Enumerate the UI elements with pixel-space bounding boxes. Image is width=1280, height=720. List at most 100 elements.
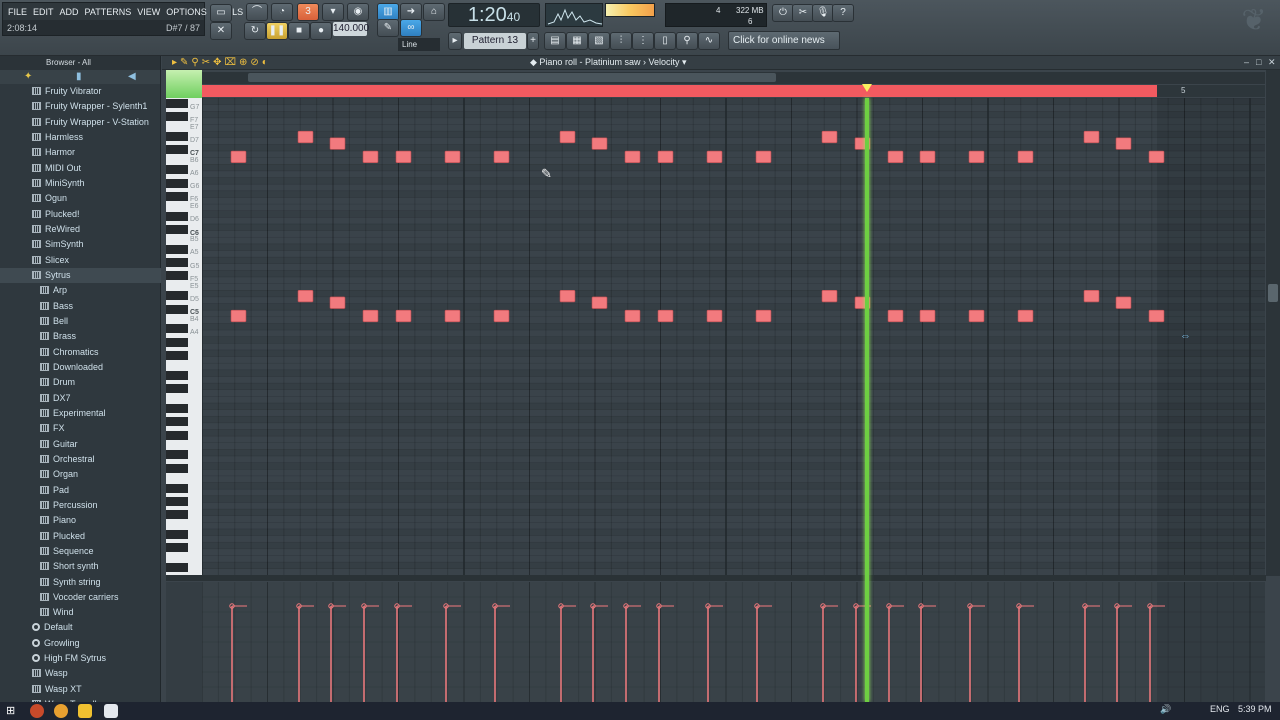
pattern-selector[interactable]: Pattern 13 — [464, 33, 526, 49]
prev-pattern-icon[interactable]: ▸ — [448, 32, 462, 50]
browser-item[interactable]: MIDI Out — [0, 161, 161, 176]
browser-item[interactable]: Pad — [0, 483, 161, 498]
stamp-icon[interactable]: ⌂ — [423, 3, 445, 21]
vertical-scrollbar[interactable] — [1266, 70, 1280, 576]
browser-item[interactable]: Orchestral — [0, 452, 161, 467]
browser-item[interactable]: Sytrus — [0, 267, 161, 284]
browser-item[interactable]: Bass — [0, 299, 161, 314]
menu-edit[interactable]: EDIT — [30, 7, 57, 17]
wait-icon[interactable]: ◔ — [271, 3, 293, 21]
wave-icon[interactable]: ∿ — [698, 32, 720, 50]
black-key[interactable] — [166, 224, 188, 234]
black-key[interactable] — [166, 350, 188, 360]
minimize-icon[interactable]: – — [1244, 57, 1249, 67]
black-key[interactable] — [166, 450, 188, 460]
black-key[interactable] — [166, 165, 188, 175]
browser-item[interactable]: Ogun — [0, 191, 161, 206]
browser-item[interactable]: Vocoder carriers — [0, 590, 161, 605]
metronome-icon[interactable]: ⌒ — [246, 3, 268, 21]
menu-file[interactable]: FILE — [5, 7, 30, 17]
browser-item[interactable]: DX7 — [0, 391, 161, 406]
snap-select[interactable]: Line — [398, 38, 440, 51]
menu-options[interactable]: OPTIONS — [163, 7, 210, 17]
mixer-icon[interactable]: ⫶ — [610, 32, 632, 50]
vertical-scroll-thumb[interactable] — [1268, 284, 1278, 302]
black-key[interactable] — [166, 563, 188, 573]
browser-item[interactable]: Arp — [0, 283, 161, 298]
pencil-icon[interactable]: ✎ — [377, 19, 399, 37]
black-key[interactable] — [166, 211, 188, 221]
browser-item[interactable]: Brass — [0, 329, 161, 344]
piano-keyboard[interactable]: G7 F7 E7 D7 C7 B6 A6 G6 F6 E6 D6 C6 B5 A5 G5 F5 E5 D5 C5 B4… — [166, 98, 202, 575]
browser-item[interactable]: Chromatics — [0, 345, 161, 360]
record-button[interactable]: ● — [310, 22, 332, 40]
black-key[interactable] — [166, 132, 188, 142]
browser-item[interactable]: SimSynth — [0, 237, 161, 252]
black-key[interactable] — [166, 178, 188, 188]
black-key[interactable] — [166, 244, 188, 254]
note-grid[interactable] — [202, 98, 1265, 575]
browser-item[interactable]: Growling — [0, 636, 161, 651]
menu-view[interactable]: VIEW — [134, 7, 163, 17]
stop-button[interactable]: ■ — [288, 22, 310, 40]
window-icon[interactable]: ▭ — [210, 4, 232, 22]
plugin-picker-icon[interactable]: ⚲ — [676, 32, 698, 50]
browser-item[interactable]: Plucked! — [0, 207, 161, 222]
browser-item[interactable]: FX — [0, 421, 161, 436]
black-key[interactable] — [166, 430, 188, 440]
close-icon[interactable]: ✕ — [210, 22, 232, 40]
mic-icon[interactable]: 🎙 — [812, 4, 834, 22]
black-key[interactable] — [166, 99, 188, 108]
browser-item[interactable]: Experimental — [0, 406, 161, 421]
black-key[interactable] — [166, 529, 188, 539]
browser-item[interactable]: Wasp XT — [0, 682, 161, 697]
browser-item[interactable]: Synth string — [0, 575, 161, 590]
browser-item[interactable]: Fruity Wrapper - V-Station — [0, 115, 161, 130]
browser-item[interactable]: Harmor — [0, 145, 161, 160]
collapse-icon[interactable]: ✦ — [24, 71, 32, 82]
black-key[interactable] — [166, 191, 188, 201]
plugin-icon[interactable]: ⋮ — [632, 32, 654, 50]
horizontal-scroll-thumb[interactable] — [248, 73, 776, 82]
loop-icon[interactable]: ↻ — [244, 22, 266, 40]
playlist-icon[interactable]: ▤ — [544, 32, 566, 50]
browser-item[interactable]: Wind — [0, 605, 161, 620]
browser-item[interactable]: High FM Sytrus — [0, 651, 161, 666]
countdown-icon[interactable]: 3 — [297, 3, 319, 21]
black-key[interactable] — [166, 370, 188, 380]
loop-record-icon[interactable]: ◉ — [347, 3, 369, 21]
menu-add[interactable]: ADD — [57, 7, 82, 17]
playhead-marker[interactable] — [862, 84, 872, 92]
browser-item[interactable]: Percussion — [0, 498, 161, 513]
browser-item[interactable]: Default — [0, 620, 161, 635]
browser-item[interactable]: ReWired — [0, 222, 161, 237]
chrome-icon[interactable] — [54, 704, 68, 718]
close-icon[interactable]: ✕ — [1268, 57, 1276, 68]
menu-patterns[interactable]: PATTERNS — [82, 7, 135, 17]
browser-item[interactable]: Harmless — [0, 130, 161, 145]
browser-item[interactable]: Short synth — [0, 559, 161, 574]
fl-studio-task-icon[interactable] — [78, 704, 92, 718]
browser-icon[interactable] — [30, 704, 44, 718]
timeline-ruler[interactable] — [202, 85, 1157, 97]
scissors-icon[interactable]: ✂ — [792, 4, 814, 22]
black-key[interactable] — [166, 112, 188, 122]
power-icon[interactable]: ⏻ — [772, 4, 794, 22]
browser-item[interactable]: Plucked — [0, 529, 161, 544]
blend-icon[interactable]: ▾ — [322, 3, 344, 21]
black-key[interactable] — [166, 417, 188, 427]
browser-item[interactable]: Wasp — [0, 666, 161, 681]
pause-button[interactable]: ❚❚ — [266, 22, 288, 40]
speaker-icon[interactable]: ◀ — [128, 71, 136, 82]
browser-item[interactable]: Fruity Wrapper - Sylenth1 — [0, 99, 161, 114]
black-key[interactable] — [166, 510, 188, 520]
browser-item[interactable]: Drum — [0, 375, 161, 390]
black-key[interactable] — [166, 324, 188, 334]
pattern-plus-icon[interactable]: + — [527, 32, 539, 50]
black-key[interactable] — [166, 271, 188, 281]
black-key[interactable] — [166, 543, 188, 553]
volume-icon[interactable]: 🔊 — [1160, 704, 1171, 715]
event-editor-divider[interactable] — [166, 575, 1266, 581]
browser-item[interactable]: Downloaded — [0, 360, 161, 375]
black-key[interactable] — [166, 384, 188, 394]
